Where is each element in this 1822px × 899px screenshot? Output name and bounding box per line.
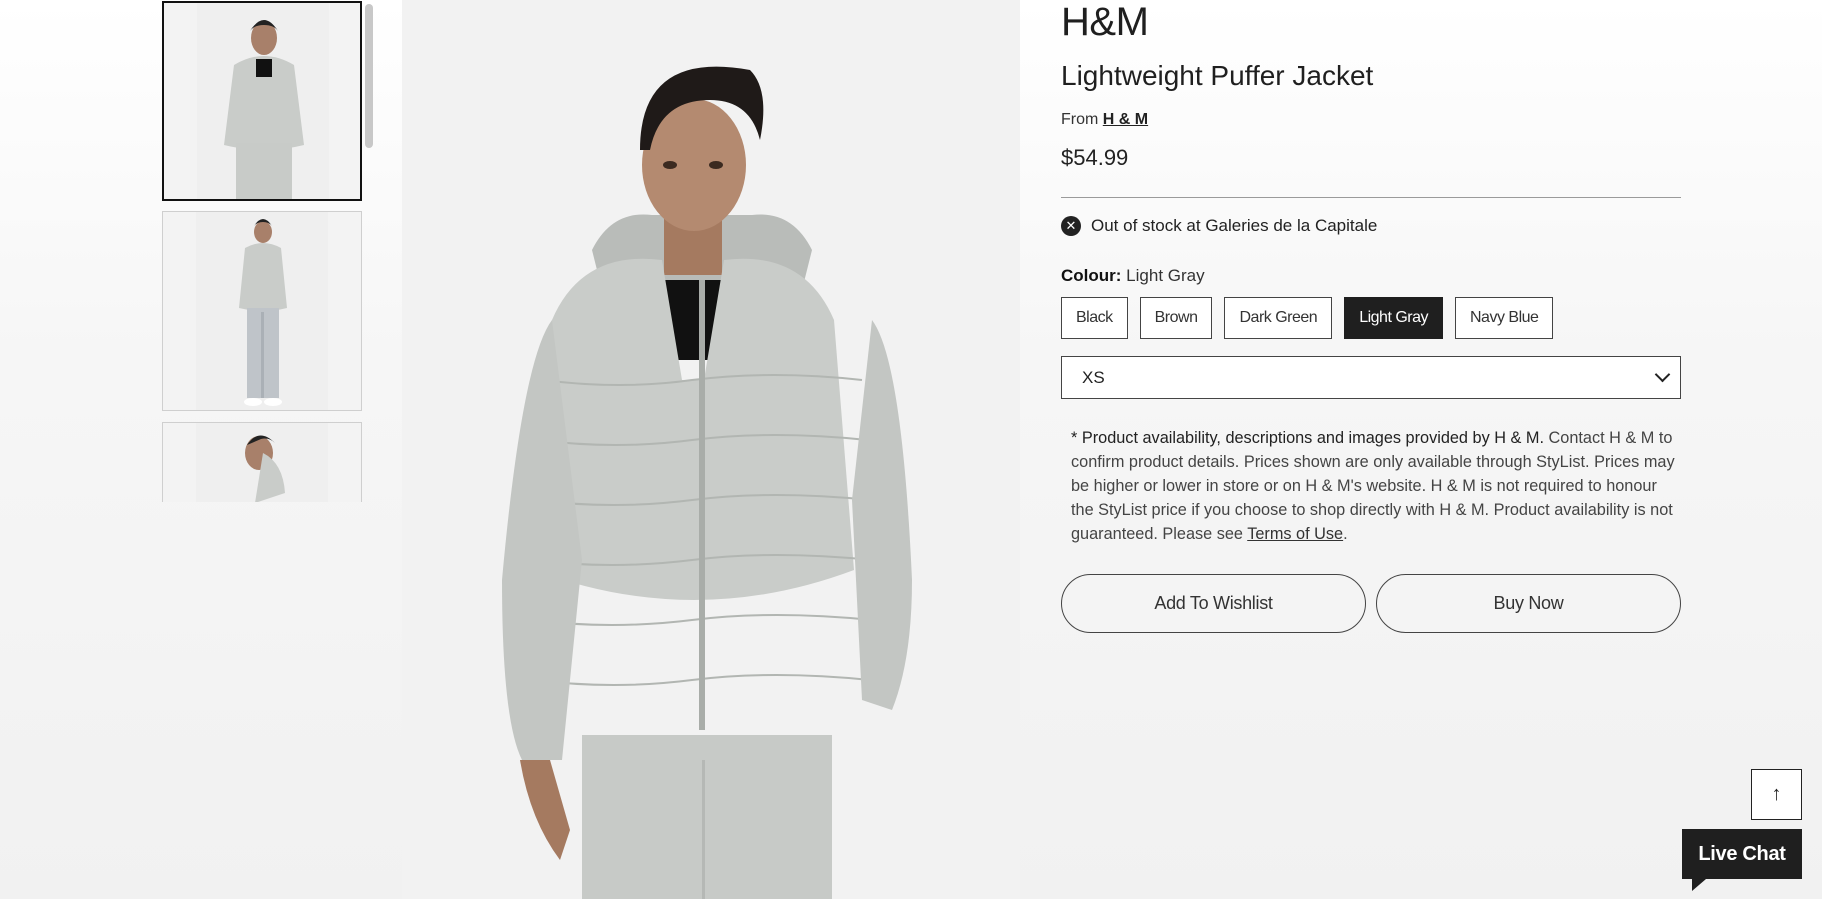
full-body-thumbnail-image xyxy=(239,219,287,406)
from-prefix: From xyxy=(1061,111,1099,128)
back-to-top-button[interactable]: ↑ xyxy=(1751,769,1802,820)
size-selected-value: XS xyxy=(1082,367,1105,387)
colour-label: Colour: Light Gray xyxy=(1061,266,1205,286)
size-select[interactable]: XS xyxy=(1061,356,1681,399)
out-of-stock-icon: ✕ xyxy=(1061,216,1081,236)
disclaimer-strong: * Product availability, descriptions and… xyxy=(1071,429,1544,447)
colour-option-light-gray[interactable]: Light Gray xyxy=(1344,297,1443,339)
brand-name: H&M xyxy=(1061,0,1149,44)
jacket-thumbnail-image xyxy=(224,20,304,199)
store-link[interactable]: H & M xyxy=(1103,111,1148,128)
disclaimer-end: . xyxy=(1343,525,1348,543)
from-store: From H & M xyxy=(1061,111,1148,129)
colour-option-dark-green[interactable]: Dark Green xyxy=(1224,297,1333,339)
product-price: $54.99 xyxy=(1061,145,1129,170)
main-product-image[interactable] xyxy=(402,0,1020,899)
thumbnail-rail[interactable] xyxy=(162,0,362,502)
stock-status-text: Out of stock at Galeries de la Capitale xyxy=(1091,216,1378,235)
colour-options: Black Brown Dark Green Light Gray Navy B… xyxy=(1061,297,1554,339)
colour-option-black[interactable]: Black xyxy=(1061,297,1128,339)
chevron-down-icon xyxy=(1654,366,1671,383)
thumbnail-scrollbar[interactable] xyxy=(365,4,373,148)
thumbnail-full-body[interactable] xyxy=(162,211,362,411)
add-to-wishlist-button[interactable]: Add To Wishlist xyxy=(1061,574,1366,633)
colour-label-key: Colour: xyxy=(1061,266,1122,285)
terms-of-use-link[interactable]: Terms of Use xyxy=(1247,525,1343,543)
colour-selected-value: Light Gray xyxy=(1126,266,1205,285)
buy-now-button[interactable]: Buy Now xyxy=(1376,574,1681,633)
side-view-thumbnail-image xyxy=(245,435,285,502)
jacket-model-illustration xyxy=(502,66,912,899)
thumbnail-front[interactable] xyxy=(162,1,362,201)
divider xyxy=(1061,197,1681,198)
availability-disclaimer: * Product availability, descriptions and… xyxy=(1071,426,1681,546)
product-title: Lightweight Puffer Jacket xyxy=(1061,60,1374,91)
colour-option-brown[interactable]: Brown xyxy=(1139,297,1213,339)
arrow-up-icon: ↑ xyxy=(1771,783,1782,805)
colour-option-navy-blue[interactable]: Navy Blue xyxy=(1455,297,1554,339)
stock-status: ✕ Out of stock at Galeries de la Capital… xyxy=(1061,216,1377,236)
thumbnail-side[interactable] xyxy=(162,422,362,502)
live-chat-button[interactable]: Live Chat xyxy=(1682,829,1802,891)
